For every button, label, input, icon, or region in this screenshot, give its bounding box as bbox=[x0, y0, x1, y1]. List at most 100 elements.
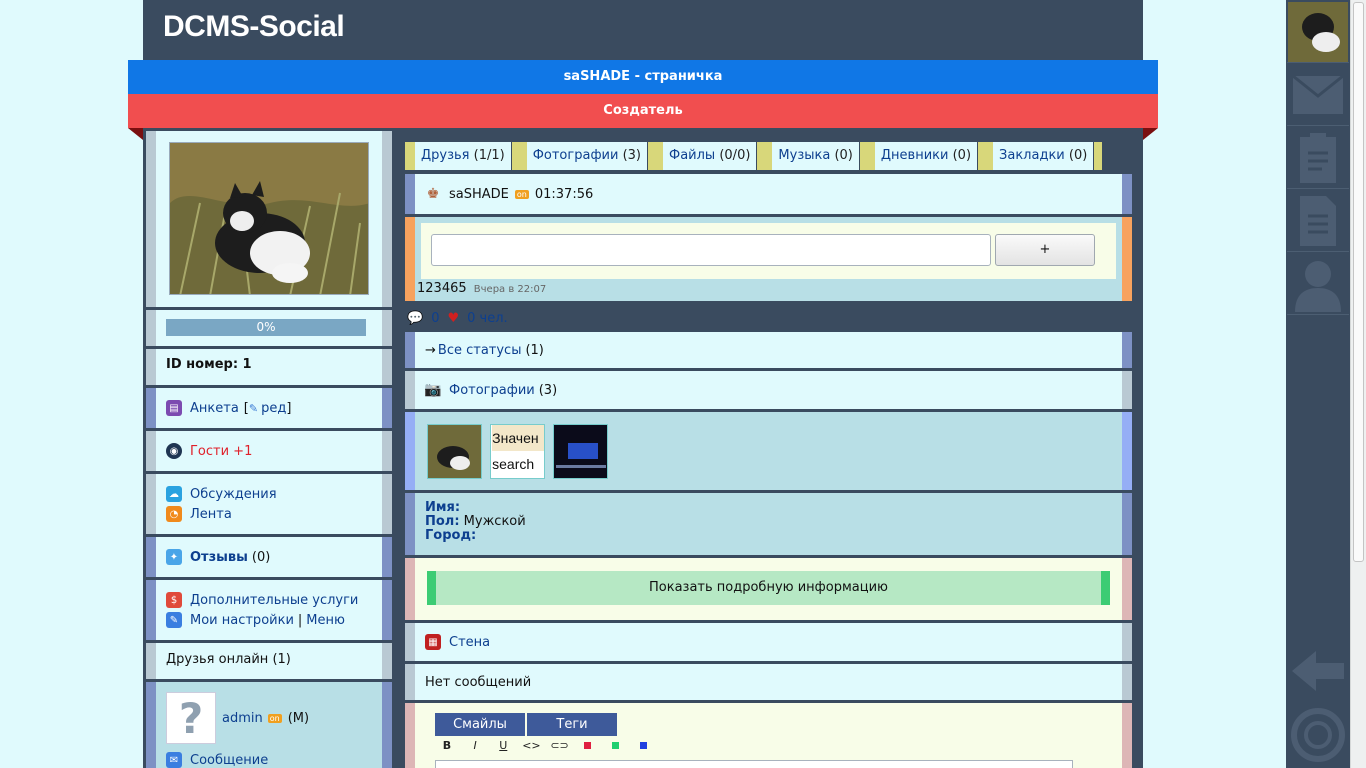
extra-services-link[interactable]: Дополнительные услуги bbox=[190, 593, 358, 608]
code-button[interactable]: <> bbox=[519, 739, 543, 752]
user-avatar[interactable] bbox=[169, 142, 369, 295]
color-red-icon[interactable] bbox=[576, 739, 600, 752]
profile-info: Имя: Пол: Мужской Город: bbox=[405, 493, 1132, 555]
back-arrow-icon[interactable] bbox=[1287, 640, 1349, 702]
friend-entry: ? admin on (М) ✉ Сообщение bbox=[146, 682, 392, 768]
discussions-icon: ☁ bbox=[166, 486, 182, 502]
tags-button[interactable]: Теги bbox=[527, 713, 617, 736]
comment-icon: 💬 bbox=[407, 310, 424, 326]
dock-avatar[interactable] bbox=[1287, 1, 1349, 63]
message-editor: Смайлы Теги B I U <> ⊂⊃ bbox=[405, 703, 1132, 768]
anketa-link[interactable]: Анкета bbox=[190, 401, 239, 416]
ribbon-fold-left bbox=[128, 128, 143, 140]
underline-button[interactable]: U bbox=[491, 739, 515, 752]
camera-icon: 📷 bbox=[424, 382, 442, 398]
scrollbar-thumb[interactable] bbox=[1353, 2, 1364, 562]
heart-icon[interactable]: ♥ bbox=[447, 311, 459, 326]
reviews-icon: ✦ bbox=[166, 549, 182, 565]
tab-friends-label[interactable]: Друзья bbox=[421, 148, 470, 163]
add-status-button[interactable]: + bbox=[995, 234, 1095, 266]
tab-photos[interactable]: Фотографии (3) bbox=[516, 142, 657, 170]
feed-link[interactable]: Лента bbox=[190, 507, 232, 522]
reviews-link[interactable]: Отзывы bbox=[190, 550, 248, 565]
wall-header: ▦ Стена bbox=[405, 623, 1132, 661]
wall-link[interactable]: Стена bbox=[449, 635, 490, 650]
tab-music-count: (0) bbox=[834, 148, 853, 163]
bold-button[interactable]: B bbox=[435, 739, 459, 752]
friend-avatar[interactable]: ? bbox=[166, 692, 216, 744]
friends-online-title[interactable]: Друзья онлайн (1) bbox=[166, 652, 291, 667]
anketa-edit-link[interactable]: ред bbox=[261, 401, 286, 416]
rating-block: 0% bbox=[146, 310, 392, 346]
photos-link[interactable]: Фотографии bbox=[449, 383, 535, 398]
wall-messages: Нет сообщений bbox=[405, 664, 1132, 700]
site-header: DCMS-Social bbox=[143, 0, 1143, 60]
all-statuses-count: (1) bbox=[525, 342, 544, 358]
status-input[interactable] bbox=[431, 234, 991, 266]
color-green-icon[interactable] bbox=[604, 739, 628, 752]
services-icon: $ bbox=[166, 592, 182, 608]
right-dock bbox=[1286, 0, 1350, 768]
gender-value: Мужской bbox=[463, 514, 526, 529]
link-button[interactable]: ⊂⊃ bbox=[548, 739, 572, 752]
photo-thumb[interactable] bbox=[427, 424, 482, 479]
photo-thumb-text-top: Значен bbox=[492, 425, 545, 451]
page-scrollbar[interactable] bbox=[1350, 0, 1366, 768]
ribbon-fold-right bbox=[1143, 128, 1158, 140]
friends-online-block: Друзья онлайн (1) bbox=[146, 643, 392, 679]
italic-button[interactable]: I bbox=[463, 739, 487, 752]
online-time: 01:37:56 bbox=[534, 186, 594, 202]
tab-diaries[interactable]: Дневники (0) bbox=[864, 142, 987, 170]
anketa-bracket-close: ] bbox=[286, 400, 292, 416]
avatar-block bbox=[146, 131, 392, 307]
page-title: saSHADE - страничка bbox=[128, 60, 1158, 94]
smiles-button[interactable]: Смайлы bbox=[435, 713, 525, 736]
tab-music-label[interactable]: Музыка bbox=[778, 148, 830, 163]
name-label: Имя: bbox=[425, 500, 461, 515]
user-icon: ♚ bbox=[426, 186, 440, 202]
tab-diaries-label[interactable]: Дневники bbox=[881, 148, 949, 163]
tab-photos-label[interactable]: Фотографии bbox=[533, 148, 619, 163]
guests-link[interactable]: Гости +1 bbox=[190, 444, 252, 459]
envelope-icon[interactable] bbox=[1287, 64, 1349, 126]
tab-friends[interactable]: Друзья (1/1) bbox=[405, 142, 520, 170]
all-statuses-link[interactable]: Все статусы bbox=[438, 343, 522, 358]
discussions-link[interactable]: Обсуждения bbox=[190, 487, 277, 502]
user-id: ID номер: 1 bbox=[166, 357, 252, 372]
my-settings-link[interactable]: Мои настройки bbox=[190, 613, 294, 628]
photo-thumb[interactable]: Значен search bbox=[490, 424, 546, 479]
status-text: 123465 bbox=[417, 281, 467, 296]
document-icon[interactable] bbox=[1287, 190, 1349, 252]
menu-separator: | bbox=[297, 612, 303, 628]
user-icon[interactable] bbox=[1287, 253, 1349, 315]
send-message-link[interactable]: Сообщение bbox=[190, 753, 268, 768]
site-logo[interactable]: DCMS-Social bbox=[163, 10, 345, 44]
wrench-icon: ✎ bbox=[166, 612, 182, 628]
no-messages-text: Нет сообщений bbox=[425, 674, 532, 690]
show-more-block: Показать подробную информацию bbox=[405, 558, 1132, 620]
menu-link[interactable]: Меню bbox=[306, 613, 345, 628]
friend-name-link[interactable]: admin bbox=[222, 711, 263, 726]
show-more-button[interactable]: Показать подробную информацию bbox=[427, 571, 1110, 605]
refresh-icon[interactable] bbox=[1287, 704, 1349, 766]
tab-files[interactable]: Файлы (0/0) bbox=[653, 142, 766, 170]
tab-music[interactable]: Музыка (0) bbox=[762, 142, 869, 170]
tab-bookmarks[interactable]: Закладки (0) bbox=[983, 142, 1103, 170]
tab-friends-count: (1/1) bbox=[473, 148, 505, 163]
message-textarea[interactable] bbox=[435, 760, 1073, 768]
pencil-icon: ✎ bbox=[248, 401, 259, 415]
comments-count[interactable]: 0 bbox=[431, 311, 439, 326]
likes-count[interactable]: 0 чел. bbox=[467, 311, 508, 326]
rating-progress: 0% bbox=[166, 319, 366, 336]
clipboard-icon[interactable] bbox=[1287, 127, 1349, 189]
anketa-block: ▤ Анкета [ ✎ ред ] bbox=[146, 388, 392, 428]
photo-thumb[interactable] bbox=[553, 424, 609, 479]
tab-photos-count: (3) bbox=[622, 148, 642, 163]
tab-bookmarks-label[interactable]: Закладки bbox=[999, 148, 1065, 163]
tab-files-label[interactable]: Файлы bbox=[669, 148, 715, 163]
tab-files-count: (0/0) bbox=[719, 148, 751, 163]
friend-gender: (М) bbox=[287, 710, 310, 726]
status-block: + 123465 Вчера в 22:07 bbox=[405, 217, 1132, 301]
color-blue-icon[interactable] bbox=[632, 739, 656, 752]
left-column: 0% ID номер: 1 ▤ Анкета [ ✎ ред ] ◉ Гост… bbox=[146, 128, 392, 768]
